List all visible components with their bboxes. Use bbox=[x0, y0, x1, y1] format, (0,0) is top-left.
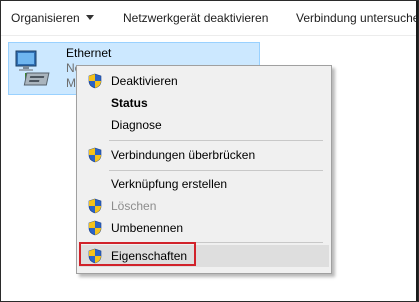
chevron-down-icon bbox=[85, 15, 94, 21]
uac-shield-icon bbox=[88, 198, 102, 214]
menu-item-label: Status bbox=[111, 96, 148, 110]
uac-shield-icon bbox=[88, 73, 102, 89]
menu-item-verknuepfung-erstellen[interactable]: Verknüpfung erstellen bbox=[79, 173, 329, 195]
menu-separator bbox=[109, 140, 323, 141]
highlight-annotation bbox=[79, 242, 196, 266]
menu-item-label: Verbindungen überbrücken bbox=[111, 148, 256, 162]
uac-shield-icon bbox=[88, 147, 102, 163]
diagnose-connection-button[interactable]: Verbindung untersuche bbox=[296, 11, 418, 25]
command-bar: Organisieren Netzwerkgerät deaktivieren … bbox=[1, 1, 418, 36]
menu-item-label: Umbenennen bbox=[111, 221, 184, 235]
menu-item-deaktivieren[interactable]: Deaktivieren bbox=[79, 70, 329, 92]
menu-item-label: Deaktivieren bbox=[111, 74, 178, 88]
menu-item-label: Diagnose bbox=[111, 118, 162, 132]
disable-device-button[interactable]: Netzwerkgerät deaktivieren bbox=[123, 11, 268, 25]
connection-adapter: M bbox=[66, 76, 76, 90]
menu-item-status[interactable]: Status bbox=[79, 92, 329, 114]
menu-item-label: Verknüpfung erstellen bbox=[111, 177, 228, 191]
menu-item-label: Löschen bbox=[111, 199, 157, 213]
network-connections-window: Organisieren Netzwerkgerät deaktivieren … bbox=[0, 0, 419, 302]
connection-name: Ethernet bbox=[66, 46, 112, 60]
menu-item-diagnose[interactable]: Diagnose bbox=[79, 114, 329, 136]
menu-item-verbindungen-ueberbruecken[interactable]: Verbindungen überbrücken bbox=[79, 144, 329, 166]
uac-shield-icon bbox=[88, 220, 102, 236]
organize-label: Organisieren bbox=[11, 11, 80, 25]
menu-separator bbox=[109, 170, 323, 171]
organize-menu-button[interactable]: Organisieren bbox=[11, 11, 94, 25]
network-adapter-icon bbox=[15, 50, 50, 86]
menu-item-loeschen[interactable]: Löschen bbox=[79, 195, 329, 217]
menu-item-umbenennen[interactable]: Umbenennen bbox=[79, 217, 329, 239]
